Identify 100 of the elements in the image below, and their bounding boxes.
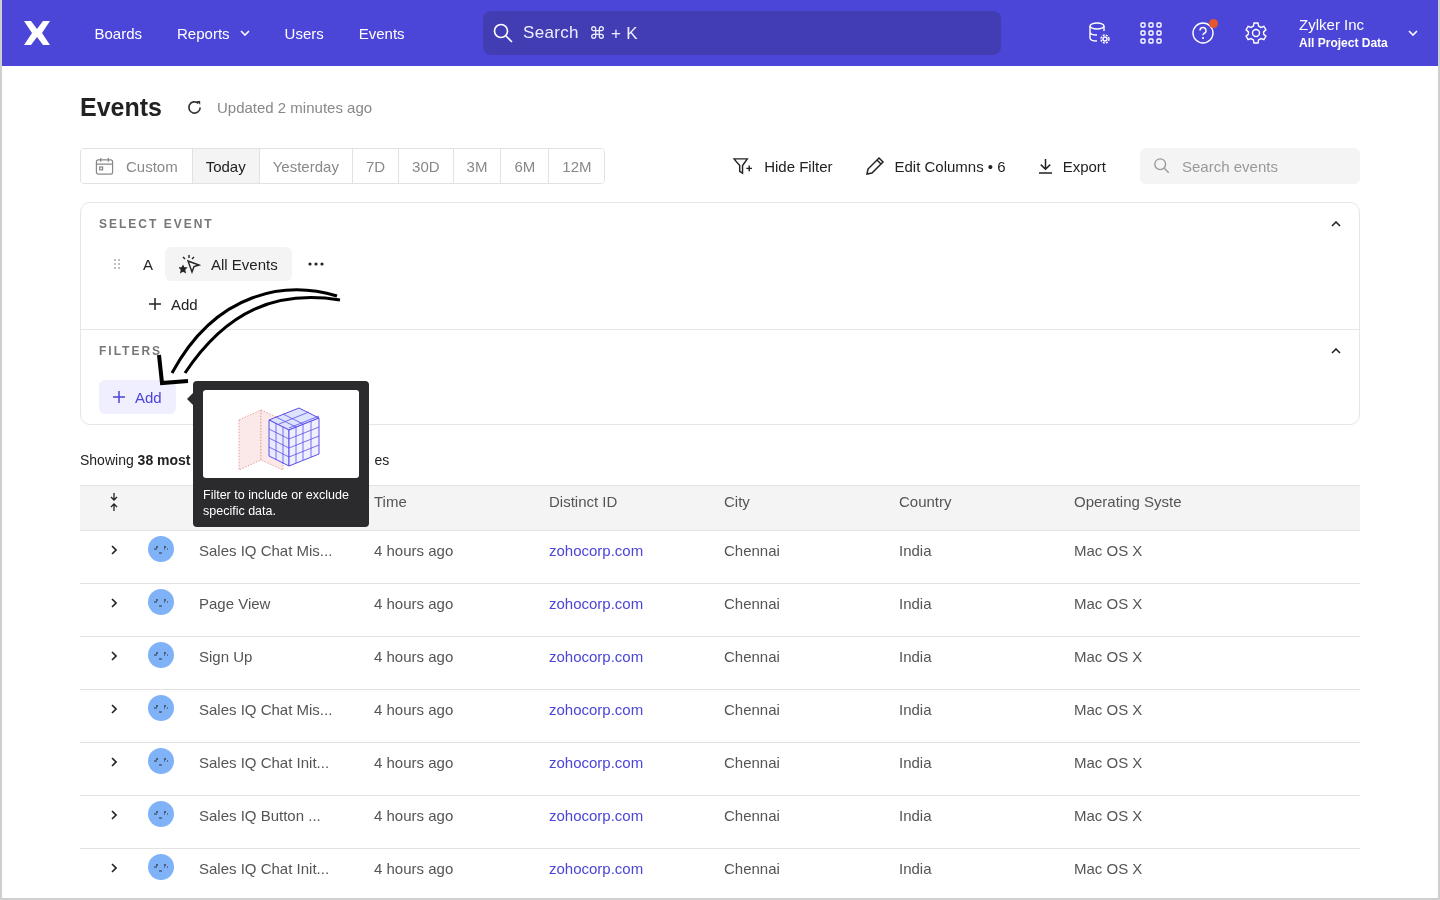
user-avatar-icon (148, 747, 174, 774)
country-cell-text: India (899, 594, 933, 612)
summary-text: Showing 38 most (80, 452, 191, 468)
more-icon[interactable] (307, 262, 324, 266)
os-cell-text: Mac OS X (1074, 594, 1144, 612)
logo-icon[interactable] (23, 20, 51, 46)
search-icon (493, 23, 514, 43)
page-title: Events (80, 92, 162, 122)
add-filter-button[interactable]: Add (99, 380, 176, 414)
account-switcher[interactable]: Zylker Inc All Project Data (1299, 16, 1418, 50)
time-cell-text: 4 hours ago (374, 541, 455, 559)
event-name-cell-text: Sales IQ Chat Init... (199, 859, 331, 877)
city-cell-text: Chennai (724, 859, 781, 877)
nav-link[interactable]: Events (341, 24, 423, 42)
event-name-cell-text: Sales IQ Chat Init... (199, 753, 331, 771)
database-gear-icon[interactable] (1087, 21, 1112, 45)
chevron-icon[interactable] (1331, 221, 1341, 227)
city-cell-text: Chennai (724, 647, 781, 665)
tooltip-text: Filter to include or exclude specific data. (203, 487, 350, 519)
country-cell-text: India (899, 647, 933, 665)
city-cell-text: Chennai (724, 541, 781, 559)
distinct-id-link[interactable]: zohocorp.com (549, 647, 644, 665)
toolbar-button[interactable]: Hide Filter (733, 156, 833, 176)
drag-handle-icon[interactable] (113, 258, 121, 270)
summary-text: es (374, 452, 390, 468)
distinct-id-link[interactable]: zohocorp.com (549, 806, 644, 824)
event-selector[interactable]: All Events (165, 247, 292, 281)
search-placeholder: Search (523, 23, 579, 43)
os-cell-text: Mac OS X (1074, 806, 1144, 824)
city-cell-text: Chennai (724, 594, 781, 612)
toolbar-button[interactable]: Edit Columns • 6 (864, 156, 1006, 176)
distinct-id-link[interactable]: zohocorp.com (549, 541, 644, 559)
calendar-icon (95, 156, 114, 176)
os-cell-text: Mac OS X (1074, 700, 1144, 718)
shortcut-hint: ⌘ + K (588, 22, 638, 44)
time-cell-text: 4 hours ago (374, 647, 455, 665)
plus-icon (149, 298, 161, 310)
time-cell-text: 4 hours ago (374, 753, 455, 771)
country-cell-text: India (899, 700, 933, 718)
help-icon[interactable] (1191, 21, 1216, 45)
time-cell-text: 4 hours ago (374, 700, 455, 718)
city-cell-text: Chennai (724, 753, 781, 771)
country-cell-text: India (899, 541, 933, 559)
search-field[interactable]: Search ⌘ + K (483, 11, 1002, 55)
apps-grid-icon[interactable] (1140, 22, 1163, 44)
event-letter: A (143, 255, 153, 273)
section-label: SELECT EVENT (99, 217, 214, 231)
pencil-icon (864, 156, 885, 176)
nav-link[interactable]: Reports (159, 24, 268, 42)
settings-icon[interactable] (1244, 21, 1269, 45)
plus-icon (113, 391, 125, 403)
user-avatar-icon (148, 800, 174, 827)
nav-link[interactable]: Users (267, 24, 342, 42)
distinct-id-link[interactable]: zohocorp.com (549, 859, 644, 877)
column-header[interactable]: Distinct ID (549, 493, 724, 510)
expand-chevron-icon[interactable] (111, 757, 117, 768)
time-cell-text: 4 hours ago (374, 806, 455, 824)
column-header[interactable]: Country (899, 493, 1074, 510)
toolbar-button[interactable]: Export (1037, 157, 1106, 175)
country-cell-text: India (899, 859, 933, 877)
os-cell-text: Mac OS X (1074, 647, 1144, 665)
distinct-id-link[interactable]: zohocorp.com (549, 753, 644, 771)
os-cell-text: Mac OS X (1074, 859, 1144, 877)
column-header[interactable]: Operating Syste (1074, 493, 1360, 510)
expand-chevron-icon[interactable] (111, 810, 117, 821)
nav-link[interactable]: Boards (77, 24, 160, 42)
event-name-cell-text: Sales IQ Button ... (199, 806, 322, 824)
os-cell-text: Mac OS X (1074, 541, 1144, 559)
date-range-tab[interactable]: Today (191, 149, 259, 183)
expand-chevron-icon[interactable] (111, 598, 117, 609)
chevron-icon[interactable] (1331, 348, 1341, 354)
updated-text: Updated 2 minutes ago (217, 98, 373, 116)
date-range-tab[interactable]: 12M (548, 149, 605, 183)
user-avatar-icon (148, 694, 174, 721)
expand-chevron-icon[interactable] (111, 651, 117, 662)
collapse-icon[interactable] (109, 492, 119, 511)
user-avatar-icon (148, 535, 174, 562)
event-name-cell-text: Sign Up (199, 647, 254, 665)
country-cell-text: India (899, 806, 933, 824)
expand-chevron-icon[interactable] (111, 545, 117, 556)
city-cell-text: Chennai (724, 806, 781, 824)
column-header[interactable]: Time (374, 493, 549, 510)
column-header[interactable]: City (724, 493, 899, 510)
search-icon (1153, 157, 1171, 175)
user-avatar-icon (148, 588, 174, 615)
expand-chevron-icon[interactable] (111, 704, 117, 715)
expand-chevron-icon[interactable] (111, 863, 117, 874)
distinct-id-link[interactable]: zohocorp.com (549, 700, 644, 718)
sparkle-cursor-icon (179, 254, 201, 274)
distinct-id-link[interactable]: zohocorp.com (549, 594, 644, 612)
section-label: FILTERS (99, 344, 163, 358)
download-icon (1037, 157, 1053, 175)
caret-icon (1407, 30, 1418, 36)
filter-plus-icon (733, 156, 755, 176)
time-cell-text: 4 hours ago (374, 594, 455, 612)
add-event-button[interactable]: Add (149, 293, 198, 315)
search-events-field[interactable]: Search events (1140, 148, 1360, 184)
refresh-icon[interactable] (186, 98, 203, 116)
user-avatar-icon (148, 641, 174, 668)
city-cell-text: Chennai (724, 700, 781, 718)
